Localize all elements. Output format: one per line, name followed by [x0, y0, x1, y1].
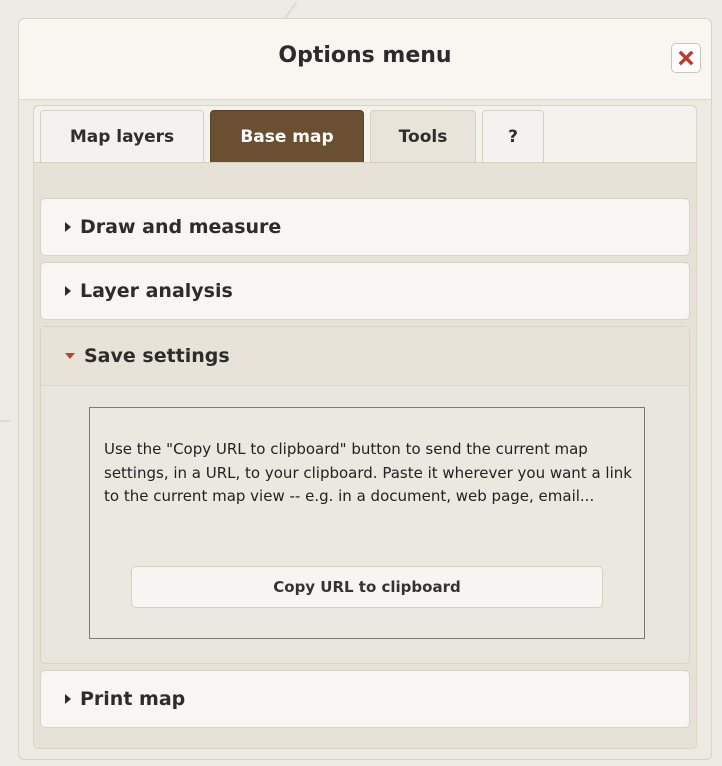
- caret-right-icon: [65, 694, 71, 704]
- save-settings-content: Use the "Copy URL to clipboard" button t…: [89, 407, 645, 639]
- accordion-header[interactable]: Draw and measure: [41, 199, 689, 255]
- dialog-title-bar: Options menu: [19, 19, 711, 100]
- accordion-layer-analysis[interactable]: Layer analysis: [40, 262, 690, 320]
- accordion-header[interactable]: Print map: [41, 671, 689, 727]
- accordion-draw-and-measure[interactable]: Draw and measure: [40, 198, 690, 256]
- tab-help[interactable]: ?: [482, 110, 544, 162]
- dialog-title: Options menu: [278, 43, 452, 68]
- tab-map-layers[interactable]: Map layers: [40, 110, 204, 162]
- accordion-label: Draw and measure: [80, 216, 282, 238]
- accordion-print-map[interactable]: Print map: [40, 670, 690, 728]
- map-feature-line: [284, 1, 298, 19]
- caret-right-icon: [65, 286, 71, 296]
- accordion-header[interactable]: Layer analysis: [41, 263, 689, 319]
- accordion-label: Layer analysis: [80, 280, 233, 302]
- accordion-header[interactable]: Save settings: [41, 327, 689, 386]
- accordion-save-settings: Save settings Use the "Copy URL to clipb…: [40, 326, 690, 664]
- tabs-container: Map layers Base map Tools ? Draw and mea…: [33, 105, 697, 749]
- accordion-label: Save settings: [84, 345, 230, 367]
- accordion-label: Print map: [80, 688, 186, 710]
- caret-right-icon: [65, 222, 71, 232]
- close-x-icon: [678, 50, 694, 66]
- tab-tools[interactable]: Tools: [370, 110, 476, 162]
- caret-down-icon: [65, 353, 75, 359]
- options-dialog: Options menu Map layers Base map Tools ?…: [18, 18, 712, 760]
- save-settings-description: Use the "Copy URL to clipboard" button t…: [104, 440, 632, 505]
- copy-url-button[interactable]: Copy URL to clipboard: [131, 566, 603, 608]
- close-button[interactable]: [671, 43, 701, 73]
- tab-base-map[interactable]: Base map: [210, 110, 364, 162]
- tab-bar: Map layers Base map Tools ?: [34, 106, 696, 163]
- map-feature-line: [0, 420, 10, 422]
